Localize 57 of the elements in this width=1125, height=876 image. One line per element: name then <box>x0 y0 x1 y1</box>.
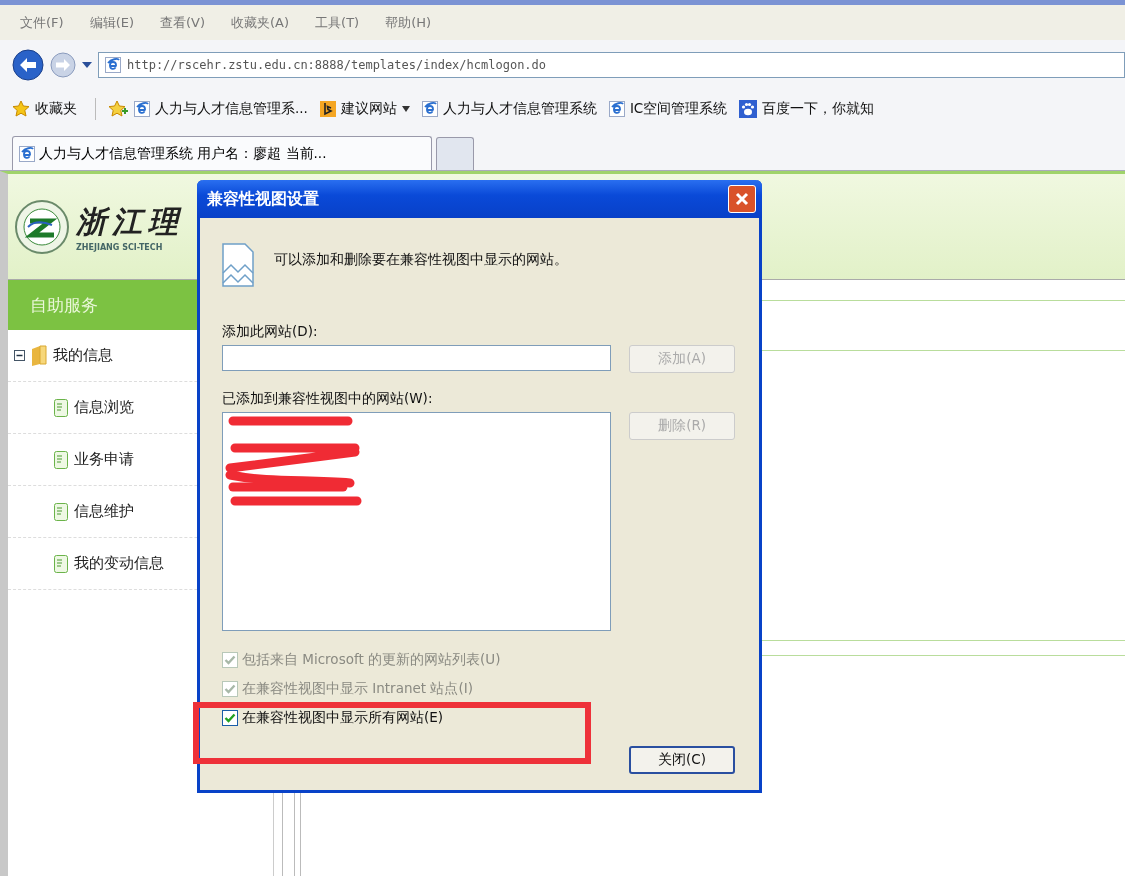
ie-icon <box>608 101 625 117</box>
document-icon <box>54 502 68 521</box>
favorite-label: 建议网站 <box>340 100 397 118</box>
favorites-label: 收藏夹 <box>35 100 77 118</box>
menu-item[interactable]: 编辑(E) <box>89 13 134 32</box>
menu-item[interactable]: 收藏夹(A) <box>231 13 290 32</box>
favorite-link[interactable]: 百度一下，你就知 <box>739 100 875 118</box>
close-button[interactable] <box>728 185 756 213</box>
back-button[interactable] <box>12 49 44 81</box>
add-favorite-icon[interactable] <box>108 100 128 118</box>
document-icon <box>54 450 68 469</box>
document-icon <box>54 398 68 417</box>
address-field[interactable]: http://rscehr.zstu.edu.cn:8888/templates/index/hcmlogon.do <box>98 52 1125 78</box>
favorite-link[interactable]: IC空间管理系统 <box>608 100 728 118</box>
dialog-message: 可以添加和删除要在兼容性视图中显示的网站。 <box>274 251 568 269</box>
site-input[interactable] <box>222 345 612 371</box>
document-icon <box>54 554 68 573</box>
checkbox-label: 包括来自 Microsoft 的更新的网站列表(U) <box>242 650 501 669</box>
star-icon <box>12 100 30 118</box>
close-dialog-button[interactable]: 关闭(C) <box>629 746 735 774</box>
collapse-icon[interactable] <box>14 350 25 361</box>
menu-item[interactable]: 帮助(H) <box>385 13 432 32</box>
checkbox-label: 在兼容性视图中显示所有网站(E) <box>242 708 444 727</box>
tree-item[interactable]: 我的信息 <box>53 346 113 365</box>
checkbox[interactable] <box>222 709 238 726</box>
tree-item[interactable]: 业务申请 <box>74 450 134 469</box>
favorite-label: IC空间管理系统 <box>629 100 728 118</box>
browser-tab[interactable]: 人力与人才信息管理系统 用户名：廖超 当前... <box>12 136 432 170</box>
page-icon <box>105 57 121 73</box>
logo-subtitle: ZHEJIANG SCI-TECH <box>76 242 164 252</box>
dialog-title: 兼容性视图设置 <box>207 188 319 210</box>
tree-item[interactable]: 信息维护 <box>74 502 134 521</box>
menu-item[interactable]: 查看(V) <box>160 13 206 32</box>
tree-item[interactable]: 我的变动信息 <box>74 554 164 573</box>
favorite-link[interactable]: 建议网站 <box>319 100 410 118</box>
forward-button[interactable] <box>50 52 76 78</box>
close-icon <box>735 192 749 206</box>
ie-icon <box>134 101 150 117</box>
ie-icon <box>19 145 35 162</box>
paw-icon <box>739 100 758 118</box>
picture-file-icon <box>222 243 254 287</box>
list-label: 已添加到兼容性视图中的网站(W): <box>222 390 434 408</box>
logo-text: 浙江理 <box>76 202 184 241</box>
new-tab-button[interactable] <box>436 137 474 170</box>
ie-icon <box>421 101 438 117</box>
menu-item[interactable]: 工具(T) <box>315 13 360 32</box>
bing-icon <box>319 101 336 117</box>
website-list[interactable] <box>222 412 612 631</box>
logo-emblem <box>14 198 70 255</box>
checkbox-label: 在兼容性视图中显示 Intranet 站点(I) <box>242 679 473 698</box>
dropdown-icon[interactable] <box>82 61 92 69</box>
url-text: http://rscehr.zstu.edu.cn:8888/templates/index/hcmlogon.do <box>127 58 547 72</box>
tree-item[interactable]: 信息浏览 <box>74 398 134 417</box>
folder-icon <box>31 344 47 367</box>
favorite-label: 百度一下，你就知 <box>762 100 875 118</box>
menu-item[interactable]: 文件(F) <box>20 13 64 32</box>
favorites-button[interactable]: 收藏夹 <box>12 100 77 118</box>
